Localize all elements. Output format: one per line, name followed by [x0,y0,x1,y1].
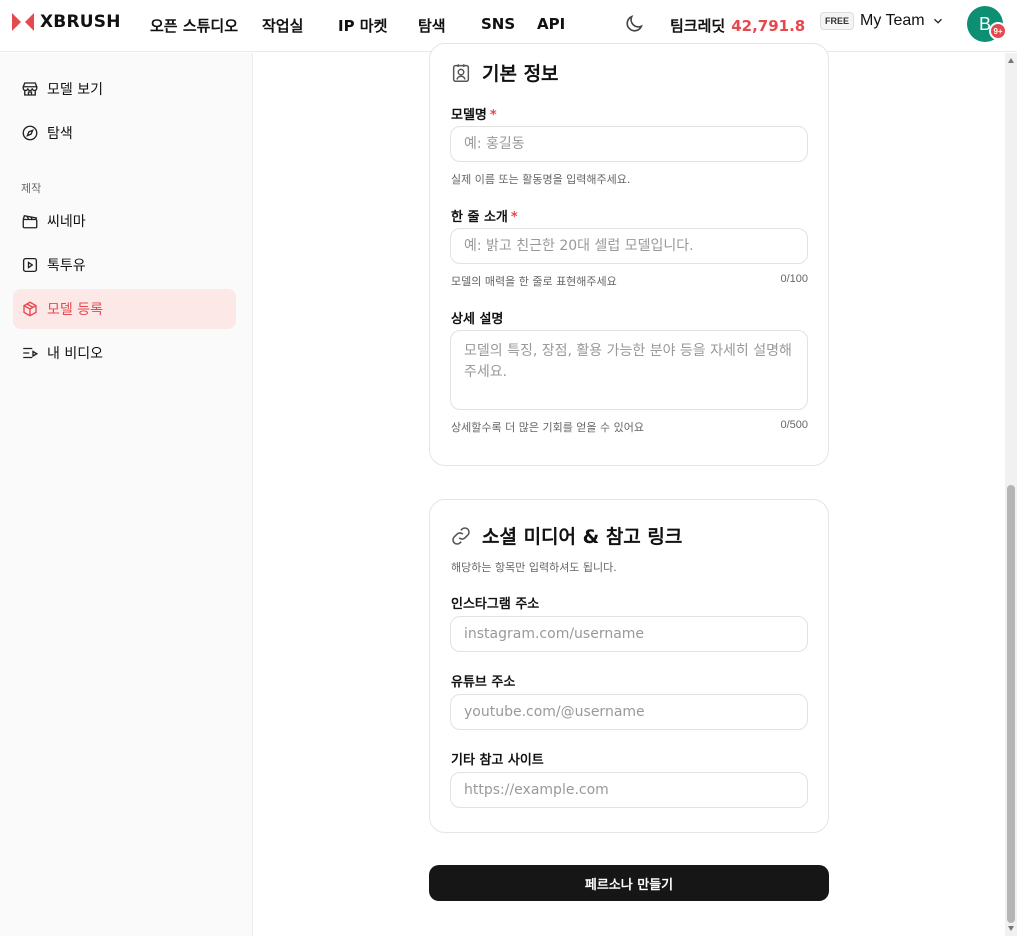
model-name-input[interactable] [450,126,808,162]
nav-explore[interactable]: 탐색 [418,15,446,36]
chevron-down-icon [933,18,942,24]
instagram-label: 인스타그램 주소 [451,597,540,612]
required-mark: * [489,108,497,123]
other-site-label: 기타 참고 사이트 [451,753,544,768]
plan-badge: FREE [820,12,855,30]
intro-hint: 모델의 매력을 한 줄로 표현해주세요 [451,275,617,288]
store-icon [22,82,38,96]
social-links-card: 소셜 미디어 & 참고 링크 해당하는 항목만 입력하셔도 됩니다. 인스타그램… [429,499,829,833]
social-subtitle: 해당하는 항목만 입력하셔도 됩니다. [451,561,617,574]
description-hint: 상세할수록 더 많은 기회를 얻을 수 있어요 [451,421,645,434]
notification-badge: 9+ [989,22,1007,40]
scroll-down-arrow-icon[interactable] [1008,926,1014,931]
description-textarea[interactable] [450,330,808,410]
sidebar-item-label: 모델 보기 [47,82,103,98]
model-name-label-text: 모델명 [451,108,487,123]
sidebar-item-my-videos[interactable]: 내 비디오 [13,333,236,373]
basic-info-title: 기본 정보 [450,59,559,86]
scroll-up-arrow-icon[interactable] [1008,58,1014,63]
play-square-icon [22,257,38,273]
nav-workspace[interactable]: 작업실 [262,15,303,36]
video-list-icon [23,347,39,359]
link-icon [452,526,470,545]
social-title: 소셜 미디어 & 참고 링크 [450,522,682,549]
nav-open-studio[interactable]: 오픈 스튜디오 [150,15,238,36]
sidebar-item-label: 모델 등록 [47,302,103,318]
scrollbar-thumb[interactable] [1007,485,1015,923]
sidebar-item-label: 탐색 [47,126,73,142]
nav-ip-market[interactable]: IP 마켓 [338,15,387,36]
model-name-label: 모델명 * [451,104,497,123]
logo-icon [12,13,34,31]
create-persona-button[interactable]: 페르소나 만들기 [429,865,829,901]
intro-label: 한 줄 소개 * [451,206,518,225]
intro-counter: 0/100 [780,273,808,285]
intro-label-text: 한 줄 소개 [451,210,508,225]
team-name: My Team [860,12,925,29]
sidebar-item-explore[interactable]: 탐색 [13,113,236,153]
id-card-icon [452,63,470,82]
youtube-input[interactable] [450,694,808,730]
logo-text: XBRUSH [40,12,121,32]
nav-sns[interactable]: SNS [481,15,515,33]
box-icon [23,301,37,317]
sidebar-item-label: 톡투유 [47,258,86,274]
sidebar-item-models[interactable]: 모델 보기 [13,69,236,109]
youtube-label: 유튜브 주소 [451,675,516,690]
basic-info-card: 기본 정보 모델명* 실제 이름 또는 활동명을 입력해주세요. 한 줄 소개*… [429,43,829,466]
credit-value: 42,791.8 [731,17,806,35]
intro-input[interactable] [450,228,808,264]
logo[interactable]: XBRUSH [12,12,121,32]
nav-api[interactable]: API [537,15,565,33]
sidebar-item-talk-to-you[interactable]: 톡투유 [13,245,236,285]
sidebar-item-cinema[interactable]: 씨네마 [13,201,236,241]
instagram-input[interactable] [450,616,808,652]
social-title-text: 소셜 미디어 & 참고 링크 [482,526,683,548]
clapperboard-icon [22,214,38,229]
sidebar: 모델 보기 탐색 제작 씨네마 톡투유 모델 등록 내 비디오 [0,53,253,936]
required-mark: * [510,210,518,225]
sidebar-section-label: 제작 [21,182,42,195]
scrollbar[interactable] [1005,53,1017,936]
main-content: 기본 정보 모델명* 실제 이름 또는 활동명을 입력해주세요. 한 줄 소개*… [254,43,1005,936]
model-name-hint: 실제 이름 또는 활동명을 입력해주세요. [451,173,631,186]
sidebar-item-label: 씨네마 [47,214,86,230]
description-counter: 0/500 [780,419,808,431]
team-selector[interactable]: FREE My Team [820,12,945,30]
basic-info-title-text: 기본 정보 [482,63,559,85]
team-credit: 팀크레딧 42,791.8 [670,15,805,36]
sidebar-item-label: 내 비디오 [47,346,103,362]
sidebar-item-model-register[interactable]: 모델 등록 [13,289,236,329]
moon-icon[interactable] [623,13,645,35]
credit-label: 팀크레딧 [670,17,726,35]
other-site-input[interactable] [450,772,808,808]
description-label: 상세 설명 [451,312,504,327]
compass-icon [22,125,38,141]
